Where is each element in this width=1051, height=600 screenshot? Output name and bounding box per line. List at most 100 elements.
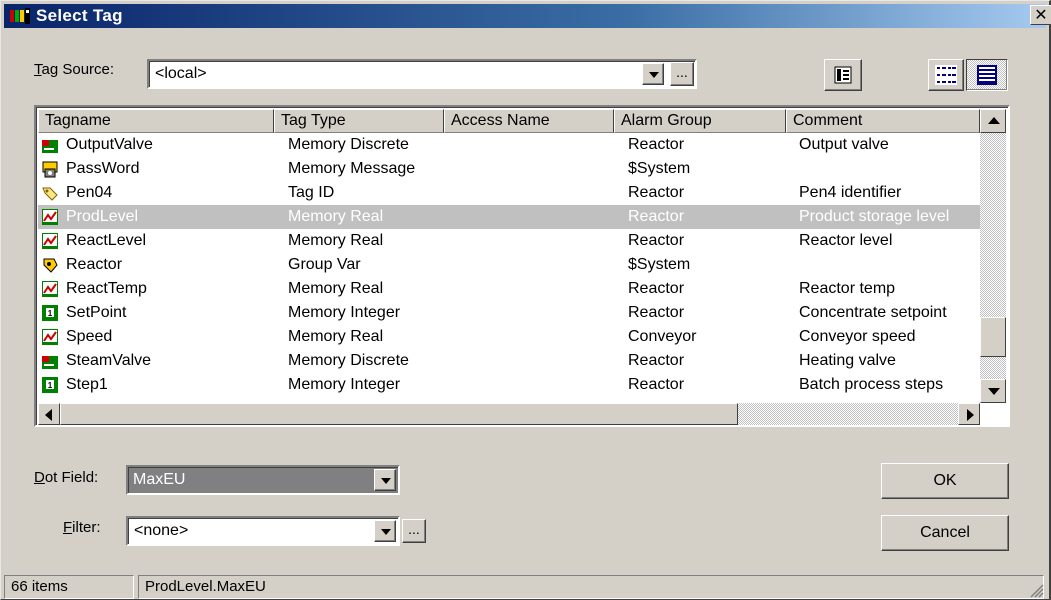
cell-alarm-group: $System xyxy=(628,160,691,177)
cell-alarm-group: Reactor xyxy=(628,208,685,225)
memory-integer-icon: 1 xyxy=(42,377,58,393)
table-row[interactable]: PassWord Memory Message $System xyxy=(38,157,980,181)
details-view-button[interactable] xyxy=(928,59,964,91)
table-row[interactable]: SteamValve Memory Discrete Reactor Heating … xyxy=(38,349,980,373)
filter-value: <none> xyxy=(134,522,189,539)
svg-text:1: 1 xyxy=(48,309,53,318)
cell-tag-type: Group Var xyxy=(288,256,361,273)
column-header-tagname[interactable]: Tagname xyxy=(38,109,274,133)
close-icon: ✕ xyxy=(1034,7,1048,24)
horizontal-scrollbar[interactable] xyxy=(38,403,980,425)
cell-alarm-group: Reactor xyxy=(628,136,685,153)
vertical-scrollbar[interactable] xyxy=(980,109,1006,403)
left-arrow-icon xyxy=(45,409,52,421)
cell-tag-type: Memory Discrete xyxy=(288,136,409,153)
dot-field-value: MaxEU xyxy=(133,471,186,488)
cell-tag-type: Memory Discrete xyxy=(288,352,409,369)
scroll-left-button[interactable] xyxy=(38,403,60,425)
close-button[interactable]: ✕ xyxy=(1030,5,1051,25)
cell-tag-type: Memory Real xyxy=(288,208,384,225)
cell-tagname: ProdLevel xyxy=(66,208,139,225)
cell-alarm-group: Reactor xyxy=(628,376,685,393)
window-title: Select Tag xyxy=(36,6,123,25)
right-arrow-icon xyxy=(967,409,974,421)
table-row[interactable]: Reactor Group Var $System xyxy=(38,253,980,277)
scroll-down-button[interactable] xyxy=(980,379,1006,403)
tag-source-browse-button[interactable]: ... xyxy=(670,62,694,86)
up-arrow-icon xyxy=(988,117,1000,124)
memory-message-icon xyxy=(42,161,58,178)
cell-comment: Reactor level xyxy=(799,232,893,249)
status-bar: 66 items ProdLevel.MaxEU xyxy=(4,575,1044,599)
svg-text:1: 1 xyxy=(48,381,53,390)
filter-label: Filter: xyxy=(63,519,101,536)
cell-alarm-group: Reactor xyxy=(628,304,685,321)
tag-source-combo[interactable]: <local> xyxy=(147,59,697,89)
cell-comment: Batch process steps xyxy=(799,376,944,393)
cell-comment: Reactor temp xyxy=(799,280,896,297)
cell-tag-type: Tag ID xyxy=(288,184,335,201)
cell-comment: Concentrate setpoint xyxy=(799,304,947,321)
properties-icon xyxy=(834,66,852,84)
properties-button[interactable] xyxy=(824,59,862,91)
ok-button[interactable]: OK xyxy=(881,463,1009,499)
dot-field-combo[interactable]: MaxEU xyxy=(126,465,400,495)
filter-dropdown-button[interactable] xyxy=(374,520,396,542)
column-header-access-name[interactable]: Access Name xyxy=(444,109,614,133)
list-view-button[interactable] xyxy=(966,59,1008,91)
select-tag-dialog: Select Tag ✕ Tag Source: <local> ... Tag… xyxy=(0,0,1051,600)
item-count: 66 items xyxy=(4,575,134,599)
table-row[interactable]: 1 SetPoint Memory Integer Reactor Concentrat… xyxy=(38,301,980,325)
selection-status: ProdLevel.MaxEU xyxy=(138,575,1044,599)
title-bar[interactable]: Select Tag ✕ xyxy=(4,4,1051,28)
horizontal-scroll-thumb[interactable] xyxy=(60,403,738,425)
tag-source-value: <local> xyxy=(155,65,207,82)
resize-grip-icon[interactable] xyxy=(1030,584,1044,598)
cell-tag-type: Memory Integer xyxy=(288,376,401,393)
filter-browse-button[interactable]: ... xyxy=(402,519,426,543)
cell-tagname: SteamValve xyxy=(66,352,152,369)
scroll-up-button[interactable] xyxy=(980,109,1006,133)
cell-comment: Pen4 identifier xyxy=(799,184,902,201)
horizontal-scroll-track[interactable] xyxy=(738,403,958,425)
table-row[interactable]: ProdLevel Memory Real Reactor Product stora… xyxy=(38,205,980,229)
table-row[interactable]: ReactLevel Memory Real Reactor Reactor leve… xyxy=(38,229,980,253)
column-header-tag-type[interactable]: Tag Type xyxy=(274,109,444,133)
cell-tagname: PassWord xyxy=(66,160,140,177)
cell-tag-type: Memory Integer xyxy=(288,304,401,321)
tag-source-dropdown-button[interactable] xyxy=(642,63,664,85)
cell-alarm-group: Conveyor xyxy=(628,328,697,345)
table-row[interactable]: ReactTemp Memory Real Reactor Reactor temp xyxy=(38,277,980,301)
scroll-right-button[interactable] xyxy=(958,403,980,425)
memory-real-icon xyxy=(42,233,58,249)
app-icon xyxy=(10,8,30,24)
table-row[interactable]: Pen04 Tag ID Reactor Pen4 identifier xyxy=(38,181,980,205)
cell-tagname: OutputValve xyxy=(66,136,153,153)
filter-combo[interactable]: <none> xyxy=(126,516,400,546)
cell-tag-type: Memory Real xyxy=(288,280,384,297)
cell-alarm-group: $System xyxy=(628,256,691,273)
cell-tag-type: Memory Real xyxy=(288,232,384,249)
cell-tagname: Speed xyxy=(66,328,113,345)
dot-field-dropdown-button[interactable] xyxy=(374,469,396,491)
cancel-button[interactable]: Cancel xyxy=(881,515,1009,551)
cell-alarm-group: Reactor xyxy=(628,352,685,369)
group-var-icon xyxy=(43,258,58,273)
table-row[interactable]: Speed Memory Real Conveyor Conveyor speed xyxy=(38,325,980,349)
cell-alarm-group: Reactor xyxy=(628,184,685,201)
cell-tagname: ReactTemp xyxy=(66,280,147,297)
column-header-comment[interactable]: Comment xyxy=(786,109,980,133)
cell-alarm-group: Reactor xyxy=(628,232,685,249)
cell-tag-type: Memory Real xyxy=(288,328,384,345)
memory-discrete-icon xyxy=(42,356,58,369)
tag-id-icon xyxy=(42,187,58,201)
column-header-alarm-group[interactable]: Alarm Group xyxy=(614,109,786,133)
vertical-scroll-thumb[interactable] xyxy=(980,317,1006,357)
memory-real-icon xyxy=(42,329,58,345)
table-row[interactable]: 1 Step1 Memory Integer Reactor Batch process… xyxy=(38,373,980,397)
memory-real-icon xyxy=(42,281,58,297)
cell-tagname: Pen04 xyxy=(66,184,113,201)
cell-comment: Product storage level xyxy=(799,208,950,225)
table-row[interactable]: OutputValve Memory Discrete Reactor Output … xyxy=(38,133,980,157)
tag-list[interactable]: Tagname Tag Type Access Name Alarm Group… xyxy=(34,105,1010,427)
